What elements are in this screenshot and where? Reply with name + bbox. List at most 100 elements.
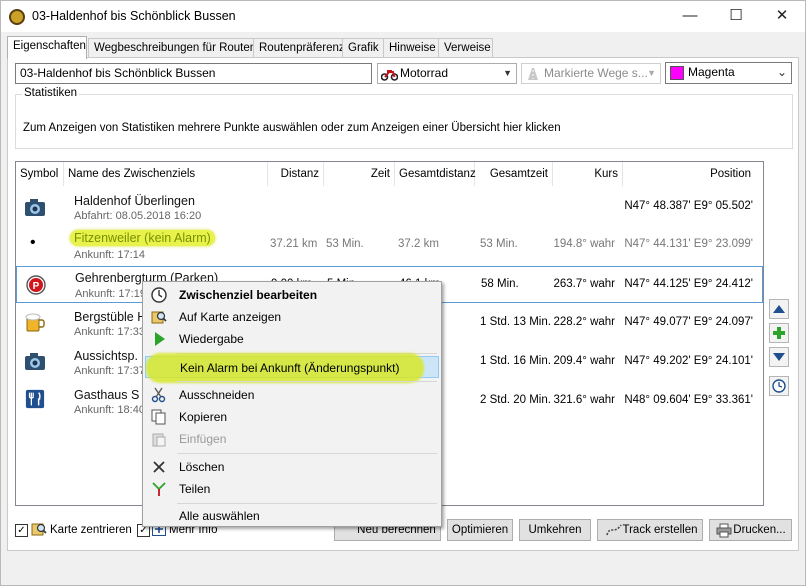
menu-separator	[177, 381, 437, 382]
tab-eigenschaften[interactable]: Eigenschaften	[7, 36, 87, 59]
menu-item-label: Teilen	[179, 482, 211, 496]
menu-item-cut[interactable]: Ausschneiden	[145, 384, 439, 406]
statistics-hint: Zum Anzeigen von Statistiken mehrere Pun…	[23, 122, 561, 134]
waypoint-total-time: 1 Std. 16 Min.	[480, 355, 551, 367]
schedule-button[interactable]	[769, 376, 789, 396]
menu-item-show-on-map[interactable]: Auf Karte anzeigen	[145, 306, 439, 328]
color-swatch	[670, 66, 684, 80]
split-icon	[152, 482, 166, 496]
route-properties-window: 03-Haldenhof bis Schönblick Bussen — ☐ ✕…	[0, 0, 806, 586]
menu-item-split[interactable]: Teilen	[145, 478, 439, 500]
statistics-group[interactable]: Statistiken Zum Anzeigen von Statistiken…	[15, 87, 793, 149]
parking-icon: P	[26, 275, 46, 295]
color-value: Magenta	[688, 65, 735, 79]
waypoint-course: 228.2° wahr	[553, 316, 616, 328]
waypoint-subtext: Abfahrt: 08.05.2018 16:20	[74, 210, 202, 222]
tab-hinweise[interactable]: Hinweise	[383, 38, 439, 58]
color-dropdown[interactable]: Magenta ⌄	[665, 62, 792, 84]
reverse-button[interactable]: Umkehren	[519, 519, 591, 541]
route-name-input[interactable]: 03-Haldenhof bis Schönblick Bussen	[15, 63, 372, 84]
motorcycle-icon	[381, 70, 398, 81]
menu-item-select-all[interactable]: Alle auswählen	[145, 505, 439, 527]
clock-icon	[772, 379, 786, 393]
road-marker-icon	[528, 68, 538, 80]
chevron-down-icon: ▼	[647, 68, 656, 78]
vehicle-value: Motorrad	[400, 66, 449, 80]
waypoint-subtext: Ankunft: 17:19	[75, 288, 146, 300]
move-up-button[interactable]	[769, 299, 789, 319]
menu-item-no-alarm-on-arrival[interactable]: Kein Alarm bei Ankunft (Änderungspunkt)	[145, 353, 439, 383]
column-header-total-distance[interactable]: Gesamtdistanz	[395, 162, 476, 186]
optimize-button[interactable]: Optimieren	[447, 519, 513, 541]
roads-value: Markierte Wege s...	[544, 66, 648, 80]
printer-icon	[716, 523, 732, 538]
column-header-time[interactable]: Zeit	[324, 162, 395, 186]
table-row[interactable]: • Fitzenweiler (kein Alarm) Ankunft: 17:…	[16, 227, 763, 264]
center-map-checkbox[interactable]: ✓	[15, 524, 28, 537]
add-waypoint-button[interactable]	[769, 323, 789, 343]
waypoint-subtext: Ankunft: 18:40	[74, 404, 145, 416]
triangle-up-icon	[773, 305, 785, 313]
column-header-name[interactable]: Name des Zwischenziels	[64, 162, 268, 186]
waypoint-name: Gasthaus S	[74, 388, 140, 402]
tab-wegbeschreibungen[interactable]: Wegbeschreibungen für Routen	[88, 38, 256, 58]
waypoint-subtext: Ankunft: 17:37	[74, 365, 145, 377]
print-button[interactable]: Drucken...	[709, 519, 792, 541]
triangle-down-icon	[773, 353, 785, 361]
waypoint-name: Bergstüble H	[74, 310, 147, 324]
column-header-symbol[interactable]: Symbol	[16, 162, 64, 186]
tab-routenpraeferenz[interactable]: Routenpräferenz	[253, 38, 345, 58]
vehicle-dropdown[interactable]: Motorrad ▼	[377, 63, 517, 84]
delete-icon	[153, 461, 165, 473]
scissors-icon	[151, 387, 166, 403]
move-down-button[interactable]	[769, 347, 789, 367]
waypoint-position: N47° 49.202' E9° 24.101'	[624, 355, 753, 367]
map-search-icon	[151, 311, 167, 324]
menu-item-edit-waypoint[interactable]: Zwischenziel bearbeiten	[145, 284, 439, 306]
waypoint-name: Haldenhof Überlingen	[74, 194, 195, 208]
close-button[interactable]: ✕	[759, 1, 805, 32]
svg-text:P: P	[33, 281, 40, 292]
waypoint-position: N48° 09.604' E9° 33.361'	[624, 394, 753, 406]
waypoint-subtext: Ankunft: 17:33	[74, 326, 145, 338]
create-track-button[interactable]: Track erstellen	[597, 519, 703, 541]
roads-dropdown[interactable]: Markierte Wege s... ▼	[521, 63, 661, 84]
column-header-total-time[interactable]: Gesamtzeit	[475, 162, 553, 186]
tab-verweise[interactable]: Verweise	[438, 38, 493, 58]
menu-item-label: Löschen	[179, 460, 225, 474]
menu-item-playback[interactable]: Wiedergabe	[145, 328, 439, 350]
menu-item-copy[interactable]: Kopieren	[145, 406, 439, 428]
menu-item-label: Auf Karte anzeigen	[179, 310, 282, 324]
waypoint-course: 263.7° wahr	[553, 278, 616, 290]
column-header-course[interactable]: Kurs	[553, 162, 623, 186]
waypoint-position: N47° 44.131' E9° 23.099'	[624, 238, 753, 250]
waypoint-position: N47° 49.077' E9° 24.097'	[624, 316, 753, 328]
window-title: 03-Haldenhof bis Schönblick Bussen	[32, 9, 236, 23]
waypoint-subtext: Ankunft: 17:14	[74, 249, 145, 261]
table-row[interactable]: Haldenhof Überlingen Abfahrt: 08.05.2018…	[16, 189, 763, 226]
menu-item-label: Wiedergabe	[179, 332, 244, 346]
maximize-button[interactable]: ☐	[713, 1, 759, 32]
clock-icon	[151, 287, 167, 303]
print-label: Drucken...	[733, 524, 786, 536]
minimize-button[interactable]: —	[667, 1, 713, 32]
statistics-title: Statistiken	[22, 87, 80, 99]
menu-item-label: Kopieren	[179, 410, 228, 424]
app-icon	[9, 9, 25, 25]
waypoint-course: 209.4° wahr	[553, 355, 616, 367]
waypoint-distance: 37.21 km	[270, 238, 318, 250]
menu-item-label: Alle auswählen	[179, 509, 260, 523]
menu-item-label: Einfügen	[179, 432, 227, 446]
waypoint-course: 321.6° wahr	[553, 394, 616, 406]
menu-item-delete[interactable]: Löschen	[145, 456, 439, 478]
restaurant-icon	[25, 389, 45, 409]
context-menu: Zwischenziel bearbeiten Auf Karte anzeig…	[142, 281, 442, 527]
menu-item-label: Zwischenziel bearbeiten	[179, 288, 318, 302]
play-icon	[155, 332, 165, 346]
waypoint-name: Aussichtsp.	[74, 349, 138, 363]
column-header-position[interactable]: Position	[623, 162, 755, 186]
tab-grafik[interactable]: Grafik	[342, 38, 384, 58]
column-header-distance[interactable]: Distanz	[268, 162, 324, 186]
menu-item-paste[interactable]: Einfügen	[145, 428, 439, 450]
plus-icon	[773, 327, 785, 339]
